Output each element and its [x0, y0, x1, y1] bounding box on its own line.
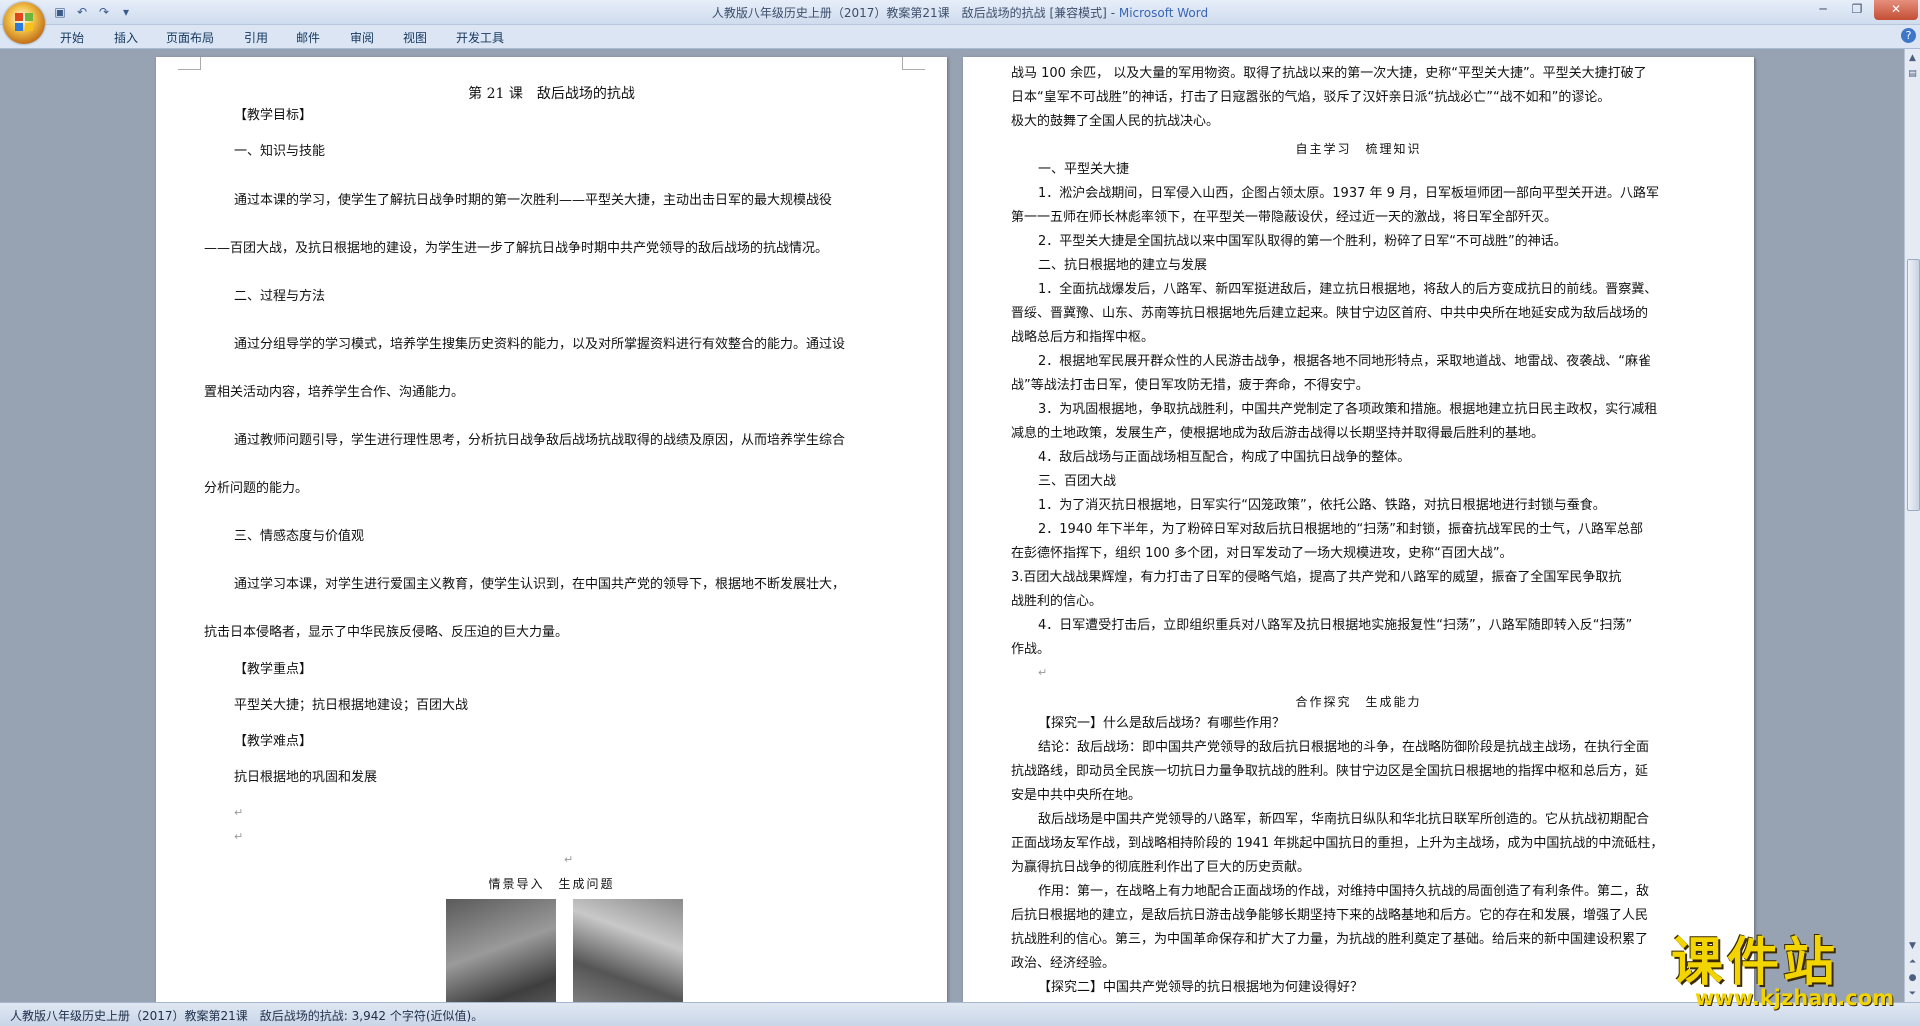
paragraph: 第一一五师在师长林彪率领下，在平型关一带隐蔽设伏，经过近一天的激战，将日军全部歼…	[1011, 210, 1558, 225]
lesson-title: 第 21 课 敌后战场的抗战	[468, 86, 635, 102]
paragraph: 正面战场友军作战，到战略相持阶段的 1941 年挑起中国抗日的重担，上升为主战场…	[1011, 836, 1664, 851]
tab-insert[interactable]: 插入	[114, 29, 138, 46]
paragraph: 政治、经济经验。	[1011, 956, 1116, 971]
paragraph: 【探究一】什么是敌后战场？有哪些作用？	[1038, 716, 1286, 731]
paragraph: 结论：敌后战场：即中国共产党领导的敌后抗日根据地的斗争，在战略防御阶段是抗战主战…	[1038, 740, 1650, 755]
paragraph: 安是中共中央所在地。	[1011, 788, 1142, 803]
paragraph: 通过分组导学的学习模式，培养学生搜集历史资料的能力，以及对所掌握资料进行有效整合…	[234, 337, 846, 352]
paragraph: 战胜利的信心。	[1011, 594, 1103, 609]
paragraph: 作战。	[1011, 642, 1051, 657]
office-button[interactable]	[3, 2, 45, 44]
paragraph-mark: ↵	[234, 806, 244, 819]
paragraph: 三、百团大战	[1038, 474, 1117, 489]
paragraph: 2．平型关大捷是全国抗战以来中国军队取得的第一个胜利，粉碎了日军“不可战胜”的神…	[1038, 234, 1567, 249]
tab-developer[interactable]: 开发工具	[456, 29, 504, 46]
tab-review[interactable]: 审阅	[350, 29, 374, 46]
paragraph: 极大的鼓舞了全国人民的抗战决心。	[1011, 114, 1220, 129]
paragraph: 为赢得抗日战争的彻底胜利作出了巨大的历史贡献。	[1011, 860, 1311, 875]
status-text: 人教版八年级历史上册（2017）教案第21课 敌后战场的抗战: 3,942 个字…	[10, 1009, 484, 1023]
paragraph: 【探究二】中国共产党领导的抗日根据地为何建设得好？	[1038, 980, 1364, 995]
paragraph: 战略总后方和指挥中枢。	[1011, 330, 1155, 345]
help-icon[interactable]: ?	[1901, 28, 1916, 43]
office-logo-icon	[15, 13, 33, 31]
paragraph: 2．根据地军民展开群众性的人民游击战争，根据各地不同地形特点，采取地道战、地雷战…	[1038, 354, 1652, 369]
paragraph: 日本“皇军不可战胜”的神话，打击了日寇嚣张的气焰，驳斥了汉奸亲日派“抗战必亡”“…	[1011, 90, 1611, 105]
historical-photo-2[interactable]	[573, 899, 683, 1002]
ruler-toggle-icon[interactable]: ▤	[1906, 67, 1919, 81]
paragraph: 1．淞沪会战期间，日军侵入山西，企图占领太原。1937 年 9 月，日军板垣师团…	[1038, 186, 1660, 201]
title-separator: -	[1106, 6, 1119, 20]
paragraph: 通过学习本课，对学生进行爱国主义教育，使学生认识到，在中国共产党的领导下，根据地…	[234, 577, 846, 592]
ribbon-tabs: 开始 插入 页面布局 引用 邮件 审阅 视图 开发工具 ?	[0, 25, 1920, 49]
paragraph: 一、平型关大捷	[1038, 162, 1130, 177]
paragraph-mark: ↵	[234, 830, 244, 843]
tab-view[interactable]: 视图	[403, 29, 427, 46]
watermark-url: www.kjzhan.com	[1695, 986, 1895, 1010]
paragraph: 分析问题的能力。	[204, 481, 309, 496]
scroll-up-icon[interactable]: ▲	[1906, 51, 1919, 65]
paragraph: 在彭德怀指挥下，组织 100 多个团，对日军发动了一场大规模进攻，史称“百团大战…	[1011, 546, 1513, 561]
paragraph: 战”等战法打击日军，使日军攻防无措，疲于奔命，不得安宁。	[1011, 378, 1369, 393]
paragraph: 2．1940 年下半年，为了粉碎日军对敌后抗日根据地的“扫荡”和封锁，振奋抗战军…	[1038, 522, 1643, 537]
paragraph: 一、知识与技能	[234, 144, 326, 159]
paragraph: 抗战路线，即动员全民族一切抗日力量争取抗战的胜利。陕甘宁边区是全国抗日根据地的指…	[1011, 764, 1649, 779]
document-title: 人教版八年级历史上册（2017）教案第21课 敌后战场的抗战 [兼容模式]	[711, 6, 1107, 20]
paragraph: 后抗日根据地的建立，是敌后抗日游击战争能够长期坚持下来的战略基地和后方。它的存在…	[1011, 908, 1649, 923]
paragraph: 二、抗日根据地的建立与发展	[1038, 258, 1208, 273]
title-bar: ▣ ↶ ↷ ▾ 人教版八年级历史上册（2017）教案第21课 敌后战场的抗战 […	[0, 0, 1920, 44]
tab-mailings[interactable]: 邮件	[296, 29, 320, 46]
paragraph: 三、情感态度与价值观	[234, 529, 365, 544]
page-left[interactable]: 第 21 课 敌后战场的抗战 【教学目标】 一、知识与技能 通过本课的学习，使学…	[156, 57, 947, 1002]
watermark-logo: 课件站 www.kjzhan.com	[1665, 920, 1920, 1025]
document-workspace[interactable]: 第 21 课 敌后战场的抗战 【教学目标】 一、知识与技能 通过本课的学习，使学…	[0, 49, 1905, 1002]
section-heading: 自主学习 梳理知识	[1295, 142, 1422, 156]
paragraph-mark: ↵	[564, 853, 574, 866]
paragraph-mark: ↵	[1038, 666, 1048, 679]
paragraph: 4．日军遭受打击后，立即组织重兵对八路军及抗日根据地实施报复性“扫荡”，八路军随…	[1038, 618, 1633, 633]
minimize-icon[interactable]: ─	[1806, 0, 1840, 20]
paragraph: 3．为巩固根据地，争取抗战胜利，中国共产党制定了各项政策和措施。根据地建立抗日民…	[1038, 402, 1658, 417]
paragraph: 1．为了消灭抗日根据地，日军实行“囚笼政策”，依托公路、铁路，对抗日根据地进行封…	[1038, 498, 1606, 513]
paragraph: 置相关活动内容，培养学生合作、沟通能力。	[204, 385, 465, 400]
window-controls: ─ ❐ ✕	[1806, 0, 1918, 20]
tab-references[interactable]: 引用	[244, 29, 268, 46]
paragraph: 【教学重点】	[234, 662, 313, 677]
paragraph: 1．全面抗战爆发后，八路军、新四军挺进敌后，建立抗日根据地，将敌人的后方变成抗日…	[1038, 282, 1658, 297]
paragraph: 通过教师问题引导，学生进行理性思考，分析抗日战争敌后战场抗战取得的战绩及原因，从…	[234, 433, 846, 448]
paragraph: 抗战胜利的信心。第三，为中国革命保存和扩大了力量，为抗战的胜利奠定了基础。给后来…	[1011, 932, 1649, 947]
paragraph: 减息的土地政策，发展生产，使根据地成为敌后游击战得以长期坚持并取得最后胜利的基地…	[1011, 426, 1545, 441]
window-title: 人教版八年级历史上册（2017）教案第21课 敌后战场的抗战 [兼容模式] - …	[0, 4, 1920, 21]
section-heading: 合作探究 生成能力	[1295, 695, 1422, 709]
app-name: Microsoft Word	[1118, 6, 1209, 20]
paragraph: 【教学目标】	[234, 108, 313, 123]
watermark-text: 课件站	[1671, 933, 1840, 993]
paragraph: 作用：第一，在战略上有力地配合正面战场的作战，对维持中国持久抗战的局面创造了有利…	[1038, 884, 1650, 899]
paragraph: 【教学难点】	[234, 734, 313, 749]
page-right[interactable]: 战马 100 余匹， 以及大量的军用物资。取得了抗战以来的第一次大捷，史称“平型…	[963, 57, 1754, 1002]
section-heading: 情景导入 生成问题	[488, 877, 615, 891]
paragraph: 通过本课的学习，使学生了解抗日战争时期的第一次胜利——平型关大捷，主动出击日军的…	[234, 193, 833, 208]
tab-page-layout[interactable]: 页面布局	[166, 29, 214, 46]
vertical-scrollbar[interactable]: ▲ ▤ ▼ ⏶ ● ⏷	[1904, 49, 1920, 1002]
paragraph: 抗日根据地的巩固和发展	[234, 770, 378, 785]
paragraph: 敌后战场是中国共产党领导的八路军，新四军，华南抗日纵队和华北抗日联军所创造的。它…	[1038, 812, 1650, 827]
close-icon[interactable]: ✕	[1874, 0, 1918, 20]
paragraph: ——百团大战，及抗日根据地的建设，为学生进一步了解抗日战争时期中共产党领导的敌后…	[204, 241, 829, 256]
paragraph: 二、过程与方法	[234, 289, 326, 304]
paragraph: 抗击日本侵略者，显示了中华民族反侵略、反压迫的巨大力量。	[204, 625, 569, 640]
historical-photo-1[interactable]	[446, 899, 556, 1002]
maximize-icon[interactable]: ❐	[1840, 0, 1874, 20]
paragraph: 战马 100 余匹， 以及大量的军用物资。取得了抗战以来的第一次大捷，史称“平型…	[1011, 66, 1647, 81]
paragraph: 4．敌后战场与正面战场相互配合，构成了中国抗日战争的整体。	[1038, 450, 1411, 465]
crop-mark	[902, 57, 925, 70]
scroll-thumb[interactable]	[1907, 259, 1920, 511]
crop-mark	[178, 57, 201, 70]
tab-home[interactable]: 开始	[60, 29, 84, 46]
paragraph: 平型关大捷；抗日根据地建设；百团大战	[234, 698, 469, 713]
status-bar: 人教版八年级历史上册（2017）教案第21课 敌后战场的抗战: 3,942 个字…	[0, 1002, 1920, 1026]
paragraph: 晋绥、晋冀豫、山东、苏南等抗日根据地先后建立起来。陕甘宁边区首府、中共中央所在地…	[1011, 306, 1649, 321]
paragraph: 3.百团大战战果辉煌，有力打击了日军的侵略气焰，提高了共产党和八路军的威望，振奋…	[1011, 570, 1622, 585]
